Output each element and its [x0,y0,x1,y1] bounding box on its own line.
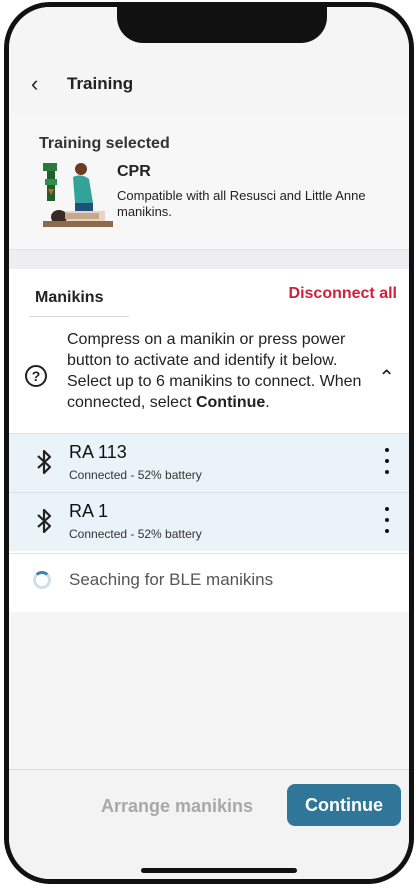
arrange-manikins-button[interactable]: Arrange manikins [101,796,253,817]
loading-spinner-icon [33,571,51,589]
searching-row: Seaching for BLE manikins [9,553,409,612]
chevron-up-icon[interactable]: ⌃ [378,365,395,390]
nav-bar: ‹ Training [31,73,133,95]
more-options-icon[interactable] [385,448,391,474]
instructions-text: Compress on a manikin or press power but… [67,329,377,413]
title-underline [29,316,129,317]
device-row[interactable]: RA 1 Connected - 52% battery [9,492,409,551]
bluetooth-icon [37,449,52,475]
instructions-panel: ? Compress on a manikin or press power b… [9,327,409,431]
device-row[interactable]: RA 113 Connected - 52% battery [9,433,409,492]
device-name: RA 113 [69,442,127,462]
help-icon[interactable]: ? [25,365,47,387]
disconnect-all-button[interactable]: Disconnect all [289,285,397,303]
instructions-bold: Continue [195,394,266,411]
manikins-title: Manikins [35,289,104,306]
home-indicator [141,868,297,873]
phone-notch [117,7,327,43]
device-status: Connected - 52% battery [69,527,202,541]
training-selected-label: Training selected [39,135,170,152]
manikins-section: Manikins Disconnect all ? Compress on a … [9,269,409,612]
training-name: CPR [117,163,151,180]
instructions-end: . [265,394,270,411]
more-options-icon[interactable] [385,507,391,533]
continue-button[interactable]: Continue [287,784,401,826]
footer-bar: Arrange manikins Continue [9,769,409,879]
training-card: Training selected CPR Compatible with al… [9,115,409,249]
chevron-left-icon[interactable]: ‹ [31,73,57,95]
section-divider [9,249,409,270]
page-title: Training [67,74,134,93]
device-name: RA 1 [69,501,109,521]
training-description: Compatible with all Resusci and Little A… [117,188,366,219]
bluetooth-icon [37,508,52,534]
device-status: Connected - 52% battery [69,468,202,482]
phone-frame: ‹ Training Training selected CPR Compati… [4,2,414,884]
cpr-illustration [43,163,113,227]
searching-text: Seaching for BLE manikins [69,570,274,589]
